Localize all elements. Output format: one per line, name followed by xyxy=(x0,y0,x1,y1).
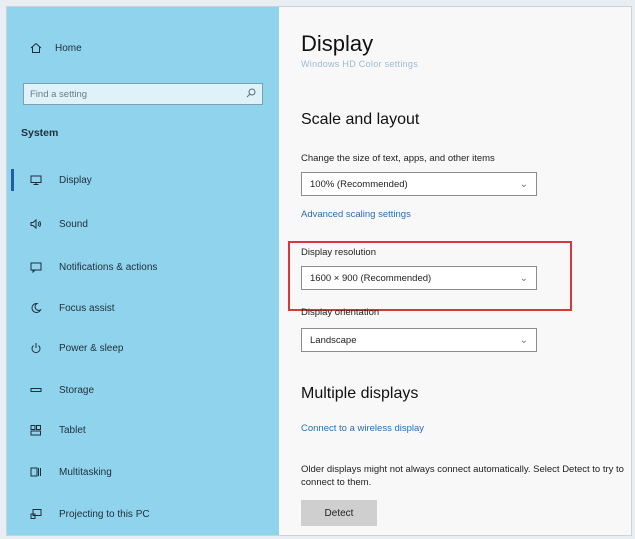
multiple-displays-heading: Multiple displays xyxy=(301,385,419,402)
resolution-label: Display resolution xyxy=(301,247,376,258)
resolution-value: 1600 × 900 (Recommended) xyxy=(310,272,432,284)
chevron-down-icon: ⌄ xyxy=(519,334,528,346)
sidebar-item-label: Multitasking xyxy=(59,466,112,478)
settings-window: Home Find a setting System Display Sound xyxy=(6,6,632,536)
sidebar-item-label: Sound xyxy=(59,218,88,230)
detect-button[interactable]: Detect xyxy=(301,500,377,526)
sidebar-item-tablet[interactable]: Tablet xyxy=(7,415,279,445)
main-content: Display Windows HD Color settings Scale … xyxy=(279,7,631,535)
sidebar-item-label: Home xyxy=(55,42,82,54)
sidebar-item-label: Power & sleep xyxy=(59,342,124,354)
section-label-system: System xyxy=(21,127,59,139)
scale-dropdown[interactable]: 100% (Recommended) ⌄ xyxy=(301,172,537,196)
moon-icon xyxy=(27,301,45,315)
monitor-icon xyxy=(27,173,45,187)
hd-color-settings-link[interactable]: Windows HD Color settings xyxy=(301,59,418,69)
search-placeholder: Find a setting xyxy=(30,88,88,100)
chevron-down-icon: ⌄ xyxy=(519,178,528,190)
orientation-value: Landscape xyxy=(310,334,357,346)
sidebar-item-label: Storage xyxy=(59,384,95,396)
sidebar-item-multitasking[interactable]: Multitasking xyxy=(7,457,279,487)
sidebar-item-label: Notifications & actions xyxy=(59,261,158,273)
scale-value: 100% (Recommended) xyxy=(310,178,408,190)
sidebar-item-focus-assist[interactable]: Focus assist xyxy=(7,293,279,323)
sidebar-item-notifications[interactable]: Notifications & actions xyxy=(7,252,279,282)
multitasking-icon xyxy=(27,465,45,479)
sidebar-item-display[interactable]: Display xyxy=(7,165,279,195)
sidebar-item-power-sleep[interactable]: Power & sleep xyxy=(7,333,279,363)
advanced-scaling-link[interactable]: Advanced scaling settings xyxy=(301,209,411,220)
sidebar-item-label: Display xyxy=(59,174,92,186)
power-icon xyxy=(27,341,45,355)
notification-icon xyxy=(27,260,45,274)
storage-icon xyxy=(27,383,45,397)
page-title: Display xyxy=(301,31,374,56)
scale-label: Change the size of text, apps, and other… xyxy=(301,153,495,164)
sidebar-item-storage[interactable]: Storage xyxy=(7,375,279,405)
resolution-dropdown[interactable]: 1600 × 900 (Recommended) ⌄ xyxy=(301,266,537,290)
chevron-down-icon: ⌄ xyxy=(519,272,528,284)
scale-layout-heading: Scale and layout xyxy=(301,111,420,128)
wireless-display-link[interactable]: Connect to a wireless display xyxy=(301,423,424,434)
speaker-icon xyxy=(27,217,45,231)
projector-icon xyxy=(27,507,45,521)
sidebar-item-projecting[interactable]: Projecting to this PC xyxy=(7,499,279,529)
sidebar-item-sound[interactable]: Sound xyxy=(7,209,279,239)
search-input[interactable]: Find a setting xyxy=(23,83,263,105)
sidebar: Home Find a setting System Display Sound xyxy=(7,7,279,535)
orientation-label: Display orientation xyxy=(301,307,380,318)
home-icon xyxy=(27,41,45,55)
tablet-icon xyxy=(27,423,45,437)
sidebar-item-label: Projecting to this PC xyxy=(59,508,150,520)
sidebar-item-label: Focus assist xyxy=(59,302,115,314)
multiple-displays-description: Older displays might not always connect … xyxy=(301,464,624,488)
orientation-dropdown[interactable]: Landscape ⌄ xyxy=(301,328,537,352)
sidebar-item-home[interactable]: Home xyxy=(7,33,279,63)
sidebar-item-label: Tablet xyxy=(59,424,86,436)
search-icon xyxy=(246,88,256,101)
